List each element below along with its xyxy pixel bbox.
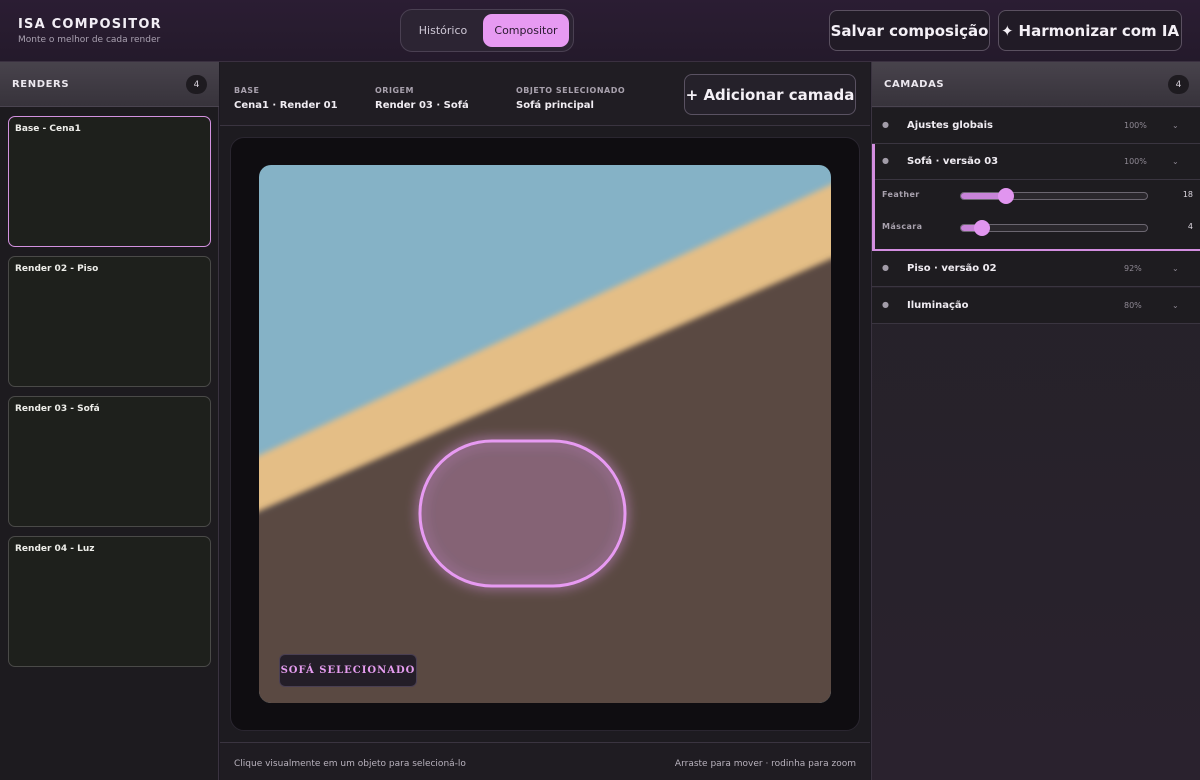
info-selected-object: OBJETO SELECIONADO Sofá principal	[516, 86, 625, 111]
render-card-label: Base - Cena1	[15, 124, 81, 134]
mask-slider[interactable]	[960, 220, 1148, 236]
app-subtitle: Monte o melhor de cada render	[18, 35, 161, 45]
renders-panel: RENDERS 4 Base - Cena1 Render 02 - Piso …	[0, 62, 219, 780]
view-switcher: Histórico Compositor	[400, 9, 574, 52]
info-origin-key: ORIGEM	[375, 86, 414, 95]
sofa-selection-outline[interactable]	[418, 439, 627, 588]
save-composition-button[interactable]: Salvar composição	[829, 10, 990, 51]
sparkle-icon: ✦	[1000, 21, 1014, 40]
navigation-hint: Arraste para mover · rodinha para zoom	[674, 759, 856, 769]
feather-slider[interactable]	[960, 188, 1148, 204]
renders-header: RENDERS 4	[0, 62, 219, 107]
layers-header: CAMADAS 4	[872, 62, 1200, 107]
render-card-label: Render 04 - Luz	[15, 544, 95, 554]
render-card-label: Render 03 - Sofá	[15, 404, 100, 414]
layer-opacity: 100%	[1124, 157, 1147, 166]
harmonize-ai-label: Harmonizar com IA	[1018, 21, 1180, 40]
layer-opacity: 100%	[1124, 121, 1147, 130]
layer-visibility-icon[interactable]: ●	[882, 156, 889, 165]
info-object-key: OBJETO SELECIONADO	[516, 86, 626, 95]
brand: ISA COMPOSITOR Monte o melhor de cada re…	[18, 17, 162, 45]
chevron-down-icon[interactable]: ⌄	[1172, 264, 1179, 273]
add-layer-button[interactable]: + Adicionar camada	[684, 74, 856, 115]
info-base-value: Cena1 · Render 01	[234, 100, 338, 111]
composer-workspace: BASE Cena1 · Render 01 ORIGEM Render 03 …	[220, 62, 870, 780]
feather-value: 18	[1182, 190, 1193, 199]
renders-title: RENDERS	[12, 78, 70, 90]
canvas-stage: SOFÁ SELECIONADO	[230, 137, 860, 731]
mask-value: 4	[1187, 222, 1193, 231]
mask-slider-row: Máscara 4	[875, 218, 1200, 238]
layer-visibility-icon[interactable]: ●	[882, 120, 889, 129]
info-object-value: Sofá principal	[516, 100, 594, 111]
render-card-piso[interactable]: Render 02 - Piso	[8, 256, 211, 387]
info-base-key: BASE	[234, 86, 260, 95]
mask-slider-handle[interactable]	[974, 220, 990, 236]
chevron-down-icon[interactable]: ⌄	[1172, 157, 1179, 166]
feather-slider-row: Feather 18	[875, 186, 1200, 206]
layer-visibility-icon[interactable]: ●	[882, 300, 889, 309]
layers-title: CAMADAS	[884, 78, 945, 90]
render-card-base[interactable]: Base - Cena1	[8, 116, 211, 247]
layer-visibility-icon[interactable]: ●	[882, 263, 889, 272]
layer-row-head[interactable]: ● Sofá · versão 03 100% ⌄	[875, 144, 1200, 180]
layers-panel: CAMADAS 4 ● Ajustes globais 100% ⌄ ● Sof…	[871, 62, 1200, 780]
selection-tag: SOFÁ SELECIONADO	[279, 654, 417, 687]
feather-slider-handle[interactable]	[998, 188, 1014, 204]
render-card-sofa[interactable]: Render 03 - Sofá	[8, 396, 211, 527]
info-base: BASE Cena1 · Render 01	[234, 86, 338, 111]
chevron-down-icon[interactable]: ⌄	[1172, 301, 1179, 310]
canvas-hints: Clique visualmente em um objeto para sel…	[220, 742, 870, 780]
composition-info-bar: BASE Cena1 · Render 01 ORIGEM Render 03 …	[220, 62, 870, 126]
chevron-down-icon[interactable]: ⌄	[1172, 121, 1179, 130]
tab-historico[interactable]: Histórico	[405, 14, 481, 47]
layer-item-iluminacao[interactable]: ● Iluminação 80% ⌄	[872, 288, 1200, 324]
app-header: ISA COMPOSITOR Monte o melhor de cada re…	[0, 0, 1200, 62]
composition-canvas[interactable]: SOFÁ SELECIONADO	[259, 165, 831, 703]
scene-render	[259, 165, 831, 703]
layer-item-ajustes[interactable]: ● Ajustes globais 100% ⌄	[872, 108, 1200, 144]
select-hint: Clique visualmente em um objeto para sel…	[234, 759, 466, 769]
info-origin-value: Render 03 · Sofá	[375, 100, 469, 111]
render-card-luz[interactable]: Render 04 - Luz	[8, 536, 211, 667]
layer-item-sofa-expanded[interactable]: ● Sofá · versão 03 100% ⌄ Feather 18 Más…	[872, 144, 1200, 251]
render-card-label: Render 02 - Piso	[15, 264, 99, 274]
feather-label: Feather	[882, 190, 920, 199]
info-origin: ORIGEM Render 03 · Sofá	[375, 86, 469, 111]
harmonize-ai-button[interactable]: ✦ Harmonizar com IA	[998, 10, 1182, 51]
tab-compositor[interactable]: Compositor	[483, 14, 569, 47]
layer-name: Iluminação	[907, 300, 969, 311]
layer-name: Sofá · versão 03	[907, 156, 999, 167]
layer-item-piso[interactable]: ● Piso · versão 02 92% ⌄	[872, 251, 1200, 287]
renders-count-badge: 4	[186, 75, 207, 94]
layer-opacity: 80%	[1124, 301, 1142, 310]
mask-label: Máscara	[882, 222, 923, 231]
layer-name: Ajustes globais	[907, 120, 993, 131]
app-title: ISA COMPOSITOR	[18, 17, 162, 32]
layers-count-badge: 4	[1168, 75, 1189, 94]
layer-opacity: 92%	[1124, 264, 1142, 273]
layer-name: Piso · versão 02	[907, 263, 997, 274]
